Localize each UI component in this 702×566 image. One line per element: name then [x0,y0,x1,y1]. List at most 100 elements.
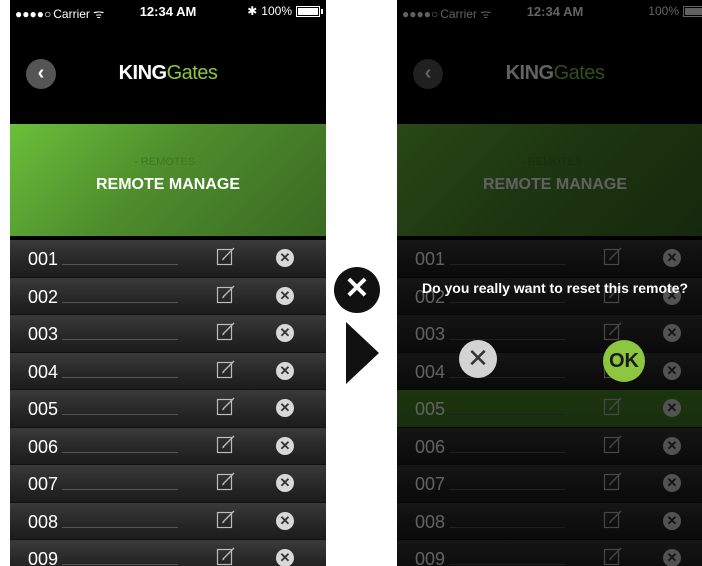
row-divider [62,564,178,565]
remote-row[interactable]: 002 ✕ [10,277,326,315]
delete-icon[interactable]: ✕ [663,399,681,417]
battery-percent: 100% [648,4,679,18]
remote-row[interactable]: 001 ✕ [10,240,326,278]
row-divider [62,301,178,303]
remote-label: 005 [28,399,59,419]
delete-icon[interactable]: ✕ [276,361,294,380]
edit-icon[interactable] [603,546,623,566]
row-divider [449,564,565,565]
edit-icon[interactable] [216,396,236,416]
delete-icon[interactable]: ✕ [663,249,681,267]
delete-icon[interactable]: ✕ [663,474,681,492]
remote-label: 008 [28,511,59,532]
remote-label: 009 [28,549,59,566]
remote-row[interactable]: 009 ✕ [10,540,326,566]
remote-row[interactable]: 009 ✕ [397,540,702,566]
remote-row[interactable]: 004 ✕ [10,352,326,390]
battery-icon [683,5,702,17]
delete-icon[interactable]: ✕ [276,511,294,530]
edit-icon[interactable] [216,284,236,304]
remote-row[interactable]: 005 ✕ [397,390,702,428]
remote-label: 006 [415,436,446,457]
page-title: REMOTE MANAGE [483,176,627,193]
edit-icon[interactable] [216,509,236,529]
remote-label: 009 [415,549,446,566]
row-divider [62,414,178,415]
edit-icon[interactable] [216,471,236,491]
remote-row[interactable]: 006 ✕ [397,427,702,465]
remote-row[interactable]: 008 ✕ [10,502,326,540]
remote-row[interactable]: 001 ✕ [397,240,702,278]
row-divider [62,376,178,378]
ok-button[interactable]: OK [603,340,645,382]
delete-icon[interactable]: ✕ [276,249,294,267]
section-banner: - REMOTES - REMOTE MANAGE [10,124,326,236]
edit-icon[interactable] [216,359,236,379]
bluetooth-icon: ✱ [247,4,258,18]
remote-row[interactable]: 003 ✕ [10,315,326,353]
reset-confirm-dialog: Do you really want to reset this remote?… [397,275,702,385]
brand-logo: KINGGates [118,62,218,84]
edit-icon[interactable] [216,546,236,566]
status-bar: ●●●●○ Carrier ᯤ 12:34 AM 100% [397,0,702,22]
remote-label: 007 [415,474,446,494]
delete-icon[interactable]: ✕ [276,436,294,455]
page-title: REMOTE MANAGE [96,176,240,193]
app-header: ‹ KINGGates [397,50,702,100]
remote-row[interactable]: 005 ✕ [10,390,326,428]
delete-icon[interactable]: ✕ [276,474,294,492]
edit-icon[interactable] [216,321,236,341]
edit-icon[interactable] [603,246,623,266]
close-circle-icon: ✕ [334,267,380,313]
row-divider [62,489,178,490]
delete-icon[interactable]: ✕ [663,511,681,530]
row-divider [62,264,178,265]
remote-row[interactable]: 008 ✕ [397,502,702,540]
section-subtitle: - REMOTES - [521,156,589,168]
row-divider [449,264,565,265]
edit-icon[interactable] [603,434,623,454]
cancel-button[interactable]: ✕ [459,340,497,378]
edit-icon[interactable] [603,471,623,491]
remote-label: 006 [28,436,59,457]
row-divider [449,414,565,415]
row-divider [449,489,565,490]
battery-icon [296,5,323,17]
remote-row[interactable]: 007 ✕ [10,465,326,503]
phone-screen-normal: ●●●●○ Carrier ᯤ 12:34 AM ✱ 100% ‹ KINGGat… [10,0,326,566]
delete-icon[interactable]: ✕ [663,549,681,566]
delete-icon[interactable]: ✕ [663,436,681,455]
row-divider [449,451,565,453]
edit-icon[interactable] [216,434,236,454]
remote-label: 001 [415,249,446,269]
remote-row[interactable]: 006 ✕ [10,427,326,465]
edit-icon[interactable] [216,246,236,266]
remote-label: 003 [28,324,59,344]
arrow-right-icon [346,322,379,384]
edit-icon[interactable] [603,396,623,416]
section-banner: - REMOTES - REMOTE MANAGE [397,124,702,236]
remote-label: 001 [28,249,59,269]
battery-percent: 100% [261,4,292,18]
row-divider [62,451,178,453]
edit-icon[interactable] [603,509,623,529]
remote-label: 007 [28,474,59,494]
delete-icon[interactable]: ✕ [276,399,294,417]
brand-logo: KINGGates [505,62,605,84]
delete-icon[interactable]: ✕ [276,549,294,566]
delete-icon[interactable]: ✕ [276,286,294,305]
phone-screen-dialog: ●●●●○ Carrier ᯤ 12:34 AM 100% ‹ KINGGates… [397,0,702,566]
section-subtitle: - REMOTES - [134,156,202,168]
row-divider [62,526,178,528]
row-divider [449,526,565,528]
dialog-message: Do you really want to reset this remote? [421,280,689,296]
delete-icon[interactable]: ✕ [276,324,294,342]
row-divider [62,339,178,340]
remote-row[interactable]: 007 ✕ [397,465,702,503]
app-header: ‹ KINGGates [10,50,326,100]
remote-label: 008 [415,511,446,532]
remote-label: 005 [415,399,446,419]
status-bar: ●●●●○ Carrier ᯤ 12:34 AM ✱ 100% [10,0,326,22]
remote-label: 004 [28,361,59,382]
remote-label: 002 [28,286,59,307]
